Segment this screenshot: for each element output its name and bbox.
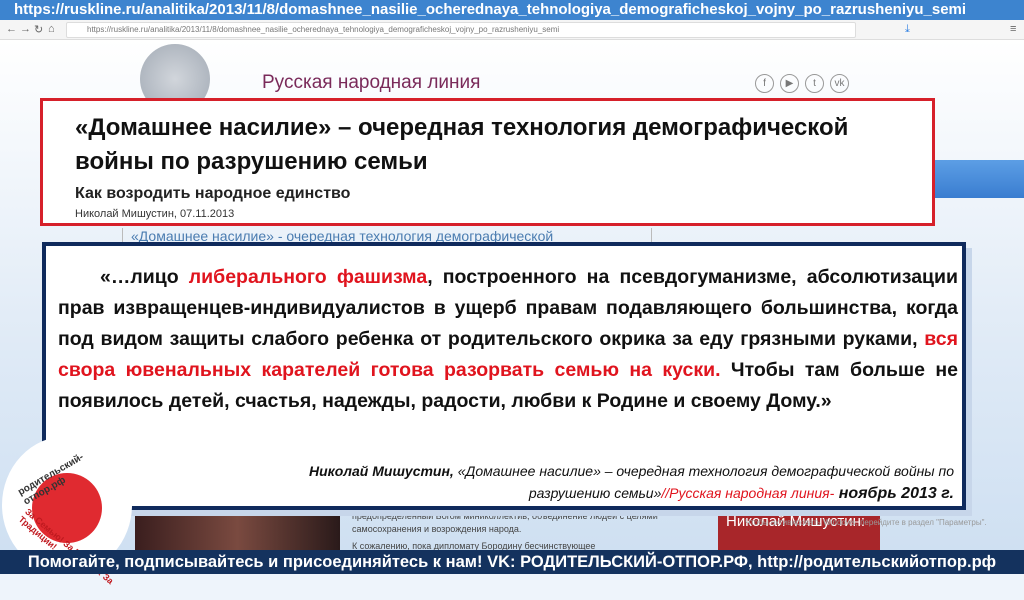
article-header-box: «Домашнее насилие» – очередная технологи… [40,98,935,226]
quote-citation: Николай Мишустин, «Домашнее насилие» – о… [234,460,954,505]
url-banner: https://ruskline.ru/analitika/2013/11/8/… [0,0,1024,20]
quote-box: «…лицо либерального фашизма, построенног… [42,242,966,510]
quote-part: «…лицо [100,266,189,288]
twitter-icon[interactable]: t [805,74,824,93]
facebook-icon[interactable]: f [755,74,774,93]
back-icon[interactable]: ← [6,23,17,35]
youtube-icon[interactable]: ▶ [780,74,799,93]
bg-paragraph: предопределенный Богом миниколлектив, об… [352,511,658,534]
citation-source: //Русская народная линия- [661,485,835,501]
citation-author: Николай Мишустин, [309,463,454,479]
quote-text: «…лицо либерального фашизма, построенног… [58,262,958,417]
author-photo [135,510,340,550]
address-bar[interactable]: https://ruskline.ru/analitika/2013/11/8/… [66,22,856,38]
article-subtitle: Как возродить народное единство [75,185,351,202]
browser-toolbar: ← → ↻ ⌂ https://ruskline.ru/analitika/20… [0,20,1024,40]
footer-banner: Помогайте, подписывайтесь и присоединяйт… [0,550,1024,574]
reload-icon[interactable]: ↻ [34,23,43,36]
vk-icon[interactable]: vk [830,74,849,93]
social-links: f ▶ t vk [755,74,849,93]
menu-icon[interactable]: ≡ [1010,23,1016,35]
author-card[interactable]: Николай Мишустин: [718,510,880,550]
windows-activation-notice: Чтобы активировать Windows, перейдите в … [745,518,987,527]
forward-icon[interactable]: → [20,23,31,35]
article-byline: Николай Мишустин, 07.11.2013 [75,208,235,220]
site-name[interactable]: Русская народная линия [262,72,480,94]
download-icon[interactable]: ⤓ [905,23,910,36]
quote-highlight: либерального фашизма [188,266,428,288]
nav-strip [930,160,1024,198]
citation-date: ноябрь 2013 г. [834,485,954,502]
article-title: «Домашнее насилие» – очередная технологи… [75,114,849,175]
home-icon[interactable]: ⌂ [48,23,55,35]
background-article-text: предопределенный Богом миниколлектив, об… [352,510,667,553]
